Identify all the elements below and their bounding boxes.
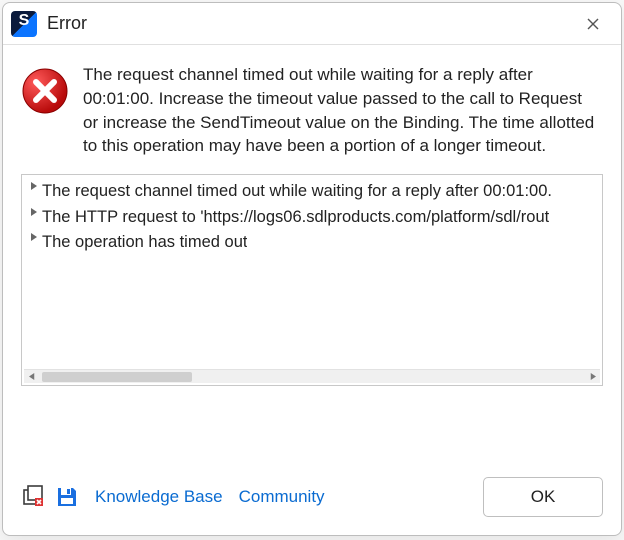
details-item-text: The HTTP request to 'https://logs06.sdlp… (42, 205, 549, 231)
scroll-right-arrow-icon[interactable] (584, 370, 600, 383)
error-message: The request channel timed out while wait… (83, 63, 599, 158)
details-item-text: The operation has timed out (42, 230, 247, 256)
copy-details-button[interactable] (21, 485, 45, 509)
footer: Knowledge Base Community OK (3, 461, 621, 535)
community-link[interactable]: Community (239, 487, 325, 507)
details-box: The request channel timed out while wait… (21, 174, 603, 386)
close-button[interactable] (575, 10, 611, 38)
knowledge-base-link[interactable]: Knowledge Base (95, 487, 223, 507)
app-icon (11, 11, 37, 37)
chevron-right-icon[interactable] (26, 182, 42, 190)
content-area: The request channel timed out while wait… (3, 45, 621, 158)
chevron-right-icon[interactable] (26, 233, 42, 241)
scroll-left-arrow-icon[interactable] (24, 370, 40, 383)
error-dialog: Error The request channel (2, 2, 622, 536)
details-item[interactable]: The operation has timed out (24, 230, 600, 256)
error-icon (21, 67, 69, 115)
save-details-button[interactable] (55, 485, 79, 509)
chevron-right-icon[interactable] (26, 208, 42, 216)
close-icon (587, 18, 599, 30)
details-item-text: The request channel timed out while wait… (42, 179, 552, 205)
details-item[interactable]: The request channel timed out while wait… (24, 179, 600, 205)
details-item[interactable]: The HTTP request to 'https://logs06.sdlp… (24, 205, 600, 231)
window-title: Error (47, 13, 87, 34)
titlebar: Error (3, 3, 621, 45)
details-list: The request channel timed out while wait… (22, 175, 602, 367)
horizontal-scrollbar[interactable] (24, 369, 600, 383)
scrollbar-thumb[interactable] (42, 372, 192, 382)
ok-button[interactable]: OK (483, 477, 603, 517)
